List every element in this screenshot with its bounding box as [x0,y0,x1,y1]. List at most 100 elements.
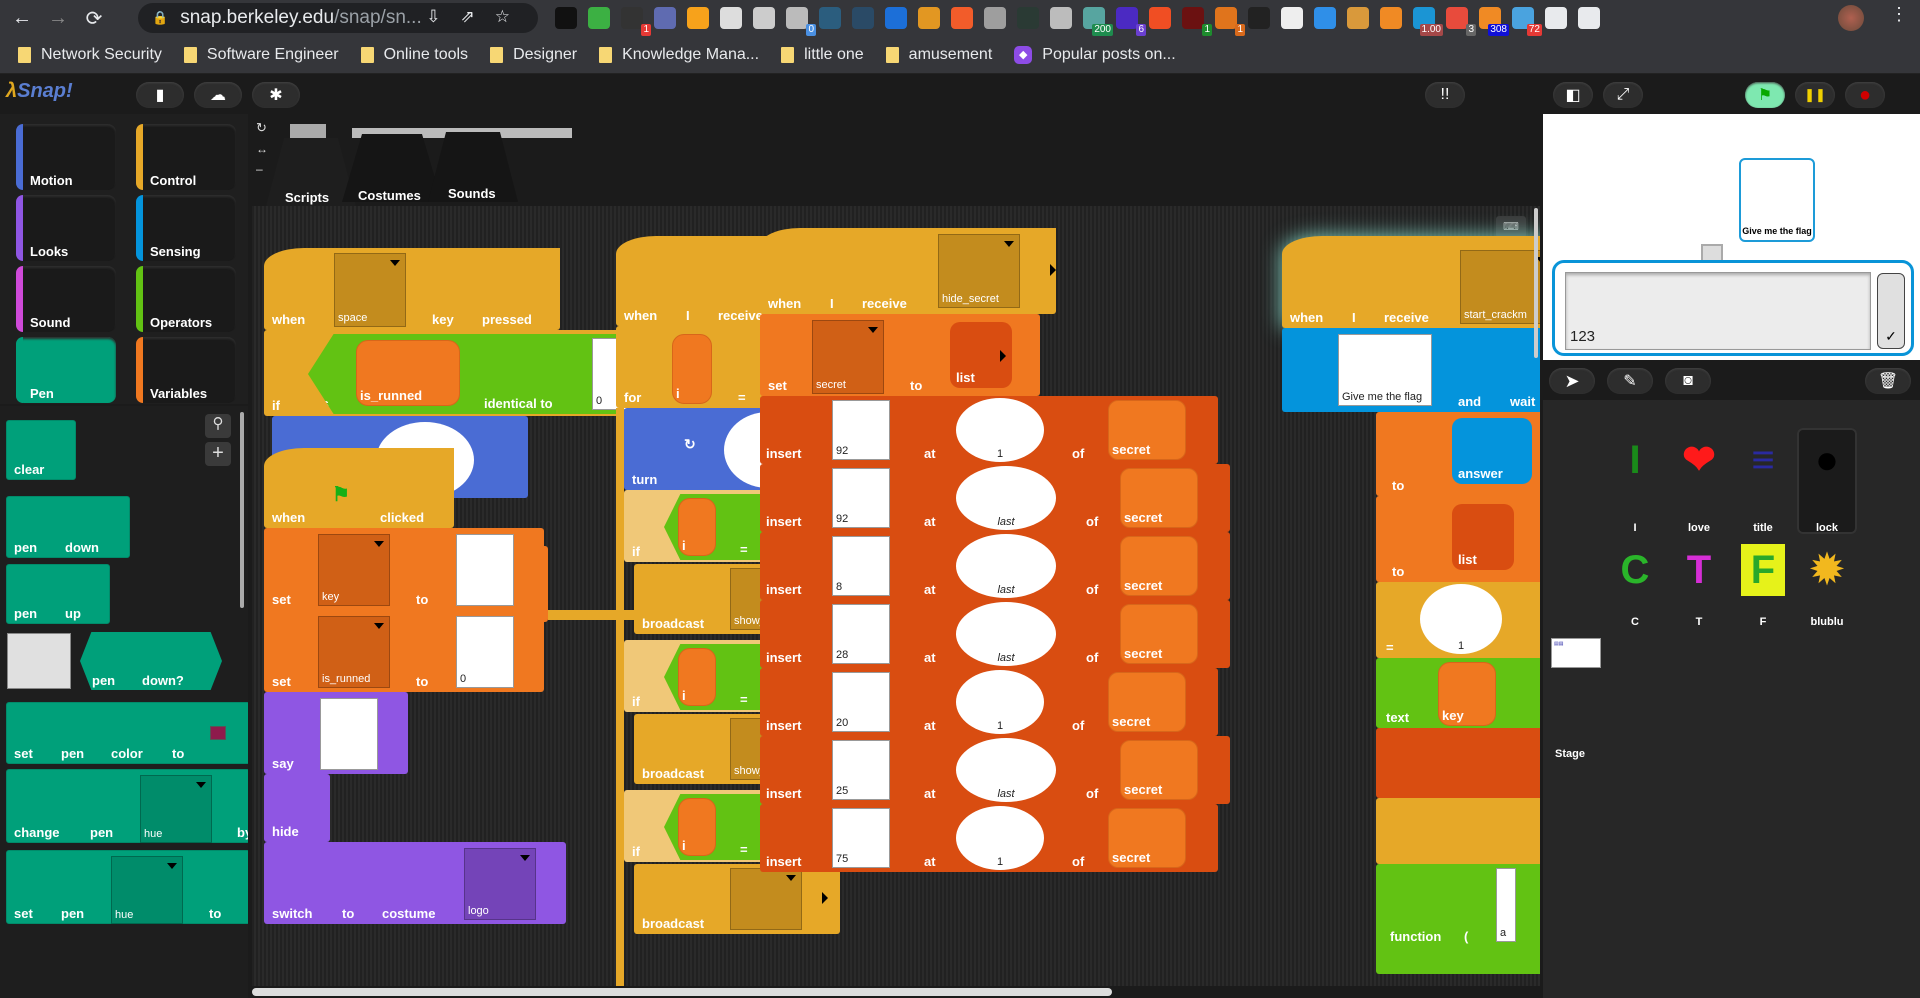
expand-arrow-icon[interactable] [1050,264,1056,276]
ext-flag-icon[interactable] [720,7,742,29]
variable-key[interactable]: key [1438,662,1496,726]
hat-when-key-pressed[interactable]: when space key pressed [264,248,560,330]
ext-pilcrow-icon[interactable] [1380,7,1402,29]
tab-scripts-label[interactable]: Scripts [285,190,329,205]
sprite-blublu[interactable]: ✹ blublu [1797,538,1857,628]
index-slot[interactable]: last [956,466,1056,530]
list-variable-secret[interactable]: secret [1120,604,1198,664]
palette-block-pen-down-predicate[interactable]: pen down? [80,632,222,690]
broadcast-block[interactable]: broadcast [634,864,840,934]
back-button[interactable]: ← [8,4,36,32]
ext-globe-icon[interactable]: 200 [1083,7,1113,36]
ext-diamond-icon[interactable]: 6 [1116,7,1146,36]
star-icon[interactable]: ☆ [495,7,530,26]
sprite-i[interactable]: II [1605,428,1665,534]
say-block[interactable]: say [264,692,408,774]
ext-eye-icon[interactable] [819,7,841,29]
make-block-icon[interactable]: + [205,442,231,466]
palette-block-clear[interactable]: clear [6,420,76,480]
forward-button[interactable]: → [44,4,72,32]
category-pen[interactable]: Pen [16,337,116,403]
hat-when-i-receive[interactable]: when I receive start_crackm [1282,236,1540,328]
value-slot[interactable]: 25 [832,740,890,800]
variable-i[interactable]: i [678,498,716,556]
ext-puzzle-icon[interactable] [1545,7,1567,29]
snap-logo[interactable]: λSnap! [6,80,73,103]
ext-mask-icon[interactable] [1314,7,1336,29]
profile-avatar[interactable] [1838,5,1864,31]
key-dropdown[interactable]: space [334,253,406,327]
category-operators[interactable]: Operators [136,266,236,332]
sprite-title[interactable]: ≡ title [1733,428,1793,534]
set-variable-block[interactable]: set is_runned to 0 [264,610,544,692]
ext-percent-icon[interactable] [1149,7,1171,29]
step-button[interactable]: !! [1425,82,1465,108]
ext-eye-red-icon[interactable]: 1 [1182,7,1212,36]
ext-spy-icon[interactable] [1281,7,1303,29]
address-bar[interactable]: 🔒 snap.berkeley.edu/snap/sn... ⇩⇗☆ [138,3,538,33]
value-slot[interactable] [456,534,514,606]
set-secret-block[interactable]: set secret to list [760,314,1040,396]
insert-block[interactable]: insert 92 at last of secret [760,464,1230,532]
value-slot[interactable]: 92 [832,468,890,528]
message-dropdown[interactable]: hide_secret [938,234,1020,308]
palette-block-change-pen[interactable]: changepen hue by [6,769,248,843]
ext-green-filter-icon[interactable] [588,7,610,29]
ext-sq-icon[interactable] [918,7,940,29]
fullscreen-button[interactable]: ⤢ [1603,82,1643,108]
set-to-answer-block[interactable]: to answer [1376,412,1540,496]
pause-button[interactable]: ❚❚ [1795,82,1835,108]
palette-block-pen-up[interactable]: pen up [6,564,110,624]
category-control[interactable]: Control [136,124,236,190]
value-slot[interactable]: 0 [456,616,514,688]
share-icon[interactable]: ⇗ [461,7,495,26]
ext-circle-icon[interactable] [555,7,577,29]
identical-predicate[interactable]: is is_runned identical to 0 [308,334,628,414]
category-sensing[interactable]: Sensing [136,195,236,261]
search-blocks-icon[interactable]: ⚲ [205,414,231,438]
camera-sprite-button[interactable]: ◙ [1665,368,1711,394]
index-slot[interactable]: 1 [956,398,1044,462]
variable-is-runned[interactable]: is_runned [356,340,460,406]
variable-dropdown[interactable]: secret [812,320,884,394]
sprite-love[interactable]: ❤ love [1669,428,1729,534]
number-slot[interactable]: 1 [1420,584,1502,654]
ask-ok-button[interactable]: ✓ [1877,273,1905,349]
ext-hook-icon[interactable]: 1 [1215,7,1245,36]
costume-dropdown[interactable]: logo [464,848,536,920]
list-variable-secret[interactable]: secret [1120,468,1198,528]
insert-block[interactable]: insert 20 at 1 of secret [760,668,1218,736]
ext-rss-icon[interactable]: 308 [1479,7,1509,36]
install-icon[interactable]: ⇩ [426,7,460,26]
index-slot[interactable]: 1 [956,670,1044,734]
insert-block[interactable]: insert 92 at 1 of secret [760,396,1218,464]
cloud-button[interactable]: ☁ [194,82,242,108]
leftright-style-icon[interactable]: ↔ [256,142,268,156]
variable-i[interactable]: i [678,648,716,706]
insert-block[interactable]: insert 28 at last of secret [760,600,1230,668]
param-slot[interactable]: a [1496,868,1516,942]
say-text-slot[interactable] [320,698,378,770]
ext-bars-icon[interactable] [885,7,907,29]
expand-arrow-icon[interactable] [1000,350,1006,362]
ext-ghost-icon[interactable]: 1 [621,7,651,36]
stage[interactable]: Give me the flag 123 ✓ [1543,114,1920,360]
value-slot[interactable]: 92 [832,400,890,460]
bookmark-item[interactable]: Online tools [360,46,468,64]
hat-when-i-receive[interactable]: when I receive hide_secret [760,228,1056,314]
list-reporter[interactable]: list [1452,504,1514,570]
insert-block[interactable]: insert 75 at 1 of secret [760,804,1218,872]
file-button[interactable]: ▮ [136,82,184,108]
sprite-c[interactable]: CC [1605,538,1665,628]
variable-dropdown[interactable]: is_runned [318,616,390,688]
ask-text-slot[interactable]: Give me the flag [1338,334,1432,406]
list-variable-secret[interactable]: secret [1120,536,1198,596]
list-reporter[interactable]: list [950,322,1012,388]
index-slot[interactable]: last [956,602,1056,666]
ext-dots-icon[interactable] [753,7,775,29]
ext-gmail-icon[interactable]: 3 [1446,7,1476,36]
insert-block[interactable]: insert 25 at last of secret [760,736,1230,804]
value-slot[interactable]: 8 [832,536,890,596]
list-variable-secret[interactable]: secret [1120,740,1198,800]
ext-person-icon[interactable] [852,7,874,29]
